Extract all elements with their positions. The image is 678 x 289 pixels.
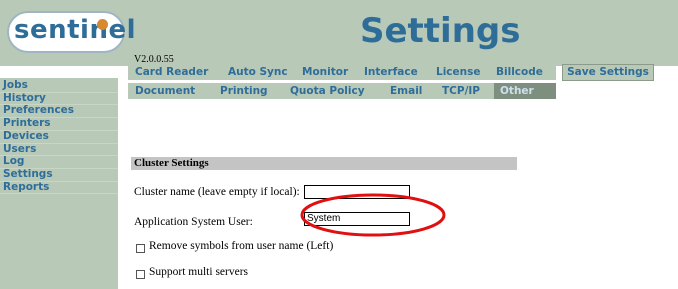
sidebar-item-reports[interactable]: Reports (0, 181, 118, 195)
app-system-user-input[interactable]: System (304, 212, 410, 226)
tab-interface[interactable]: Interface (364, 64, 418, 80)
page-title: Settings (360, 11, 521, 51)
cluster-name-input[interactable] (304, 185, 410, 199)
tab-card-reader[interactable]: Card Reader (135, 64, 208, 80)
sidebar-item-jobs[interactable]: Jobs (0, 79, 118, 93)
section-title: Cluster Settings (131, 157, 517, 170)
cluster-name-label: Cluster name (leave empty if local): (134, 186, 300, 198)
tab-printing[interactable]: Printing (220, 83, 268, 99)
tab-billcode[interactable]: Billcode (496, 64, 543, 80)
tab-tcp-ip[interactable]: TCP/IP (442, 83, 480, 99)
sidebar-nav: Jobs History Preferences Printers Device… (0, 79, 118, 195)
tab-auto-sync[interactable]: Auto Sync (228, 64, 288, 80)
tab-row-2: Document Printing Quota Policy Email TCP… (128, 83, 556, 99)
multi-servers-checkbox[interactable] (136, 270, 145, 279)
tab-other[interactable]: Other (494, 83, 556, 99)
tab-quota-policy[interactable]: Quota Policy (290, 83, 365, 99)
save-settings-button[interactable]: Save Settings (562, 64, 654, 81)
tab-email[interactable]: Email (390, 83, 422, 99)
logo-dot-icon (97, 19, 108, 30)
logo-text: sentinel (14, 15, 137, 45)
app-system-user-label: Application System User: (134, 216, 253, 228)
tab-license[interactable]: License (436, 64, 480, 80)
tab-document[interactable]: Document (135, 83, 195, 99)
sidebar-item-printers[interactable]: Printers (0, 117, 118, 131)
remove-symbols-checkbox[interactable] (136, 244, 145, 253)
tab-monitor[interactable]: Monitor (302, 64, 348, 80)
tab-row-1: Card Reader Auto Sync Monitor Interface … (128, 64, 556, 80)
sidebar-item-settings[interactable]: Settings (0, 168, 118, 182)
remove-symbols-label: Remove symbols from user name (Left) (149, 240, 334, 252)
header-bar: sentinel Settings (0, 0, 678, 66)
multi-servers-label: Support multi servers (149, 266, 249, 278)
sidebar-item-devices[interactable]: Devices (0, 130, 118, 144)
